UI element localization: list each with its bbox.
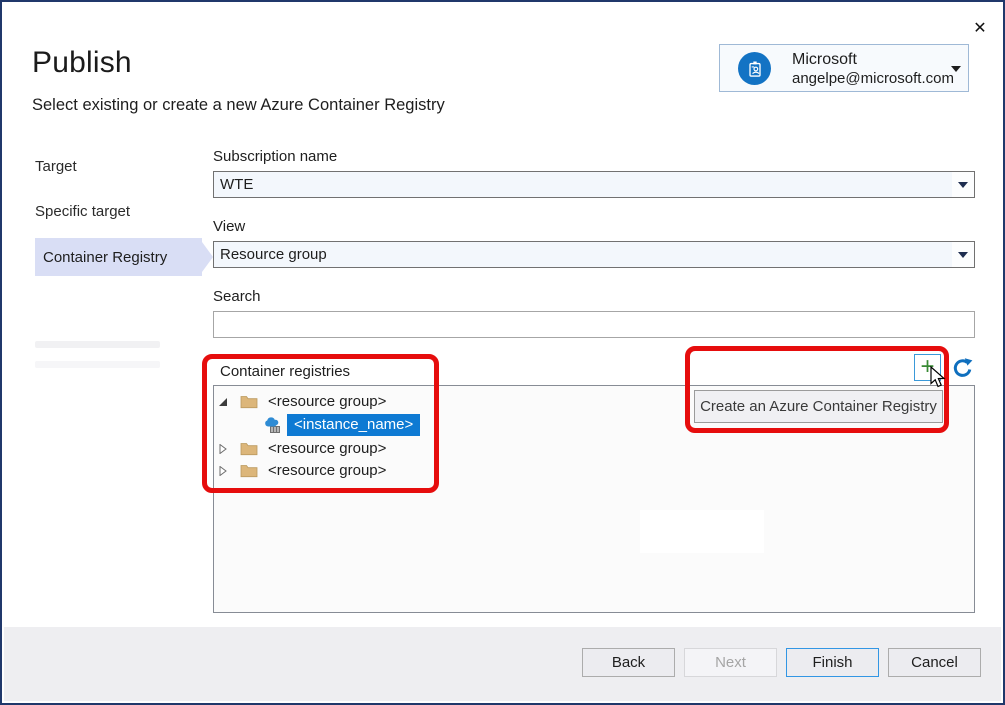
tree-item-label[interactable]: <resource group> xyxy=(268,440,386,457)
dialog-footer: Back Next Finish Cancel xyxy=(4,627,1001,701)
registries-heading: Container registries xyxy=(220,363,350,380)
tree-collapsed-icon[interactable] xyxy=(218,444,228,454)
id-badge-icon xyxy=(745,59,765,79)
finish-button[interactable]: Finish xyxy=(786,648,879,677)
sidebar-item-specific-target[interactable]: Specific target xyxy=(35,203,130,220)
dropdown-arrow-zone[interactable] xyxy=(952,242,974,267)
back-button[interactable]: Back xyxy=(582,648,675,677)
folder-icon xyxy=(240,441,258,456)
selection-pointer-icon xyxy=(202,242,213,272)
publish-dialog: Publish Select existing or create a new … xyxy=(0,0,1005,705)
blank-overlay xyxy=(640,510,764,553)
tree-item-label[interactable]: <resource group> xyxy=(268,393,386,410)
next-button[interactable]: Next xyxy=(684,648,777,677)
tree-row-resource-group-2[interactable]: <resource group> xyxy=(214,440,386,457)
tree-row-instance[interactable]: <instance_name> xyxy=(214,414,420,436)
tree-expanded-icon[interactable] xyxy=(218,397,228,407)
tree-row-resource-group-1[interactable]: <resource group> xyxy=(214,393,386,410)
sidebar-placeholder-bar xyxy=(35,341,160,348)
sidebar-item-container-registry[interactable]: Container Registry xyxy=(35,238,202,276)
cancel-button[interactable]: Cancel xyxy=(888,648,981,677)
avatar xyxy=(738,52,771,85)
tree-collapsed-icon[interactable] xyxy=(218,466,228,476)
page-subtitle: Select existing or create a new Azure Co… xyxy=(32,96,445,115)
view-dropdown[interactable]: Resource group xyxy=(213,241,975,268)
subscription-label: Subscription name xyxy=(213,148,337,165)
mouse-cursor-icon xyxy=(930,366,947,390)
chevron-down-icon[interactable] xyxy=(951,66,961,72)
account-name: Microsoft xyxy=(792,51,857,69)
close-icon[interactable]: ✕ xyxy=(968,16,992,40)
tree-row-resource-group-3[interactable]: <resource group> xyxy=(214,462,386,479)
view-value: Resource group xyxy=(214,242,952,267)
search-label: Search xyxy=(213,288,261,305)
search-input[interactable] xyxy=(213,311,975,338)
account-selector[interactable]: Microsoft angelpe@microsoft.com xyxy=(719,44,969,92)
dropdown-arrow-zone[interactable] xyxy=(952,172,974,197)
refresh-button[interactable] xyxy=(950,354,976,381)
page-title: Publish xyxy=(32,46,132,80)
folder-icon xyxy=(240,394,258,409)
view-label: View xyxy=(213,218,245,235)
tree-item-label-selected[interactable]: <instance_name> xyxy=(287,414,420,436)
create-registry-tooltip: Create an Azure Container Registry xyxy=(694,390,943,423)
chevron-down-icon xyxy=(958,182,968,188)
subscription-value: WTE xyxy=(214,172,952,197)
account-email: angelpe@microsoft.com xyxy=(792,70,954,87)
container-registry-icon xyxy=(264,416,283,435)
sidebar-placeholder-bar xyxy=(35,361,160,368)
chevron-down-icon xyxy=(958,252,968,258)
folder-icon xyxy=(240,463,258,478)
tree-item-label[interactable]: <resource group> xyxy=(268,462,386,479)
sidebar-item-target[interactable]: Target xyxy=(35,158,77,175)
subscription-dropdown[interactable]: WTE xyxy=(213,171,975,198)
refresh-icon xyxy=(951,356,975,380)
